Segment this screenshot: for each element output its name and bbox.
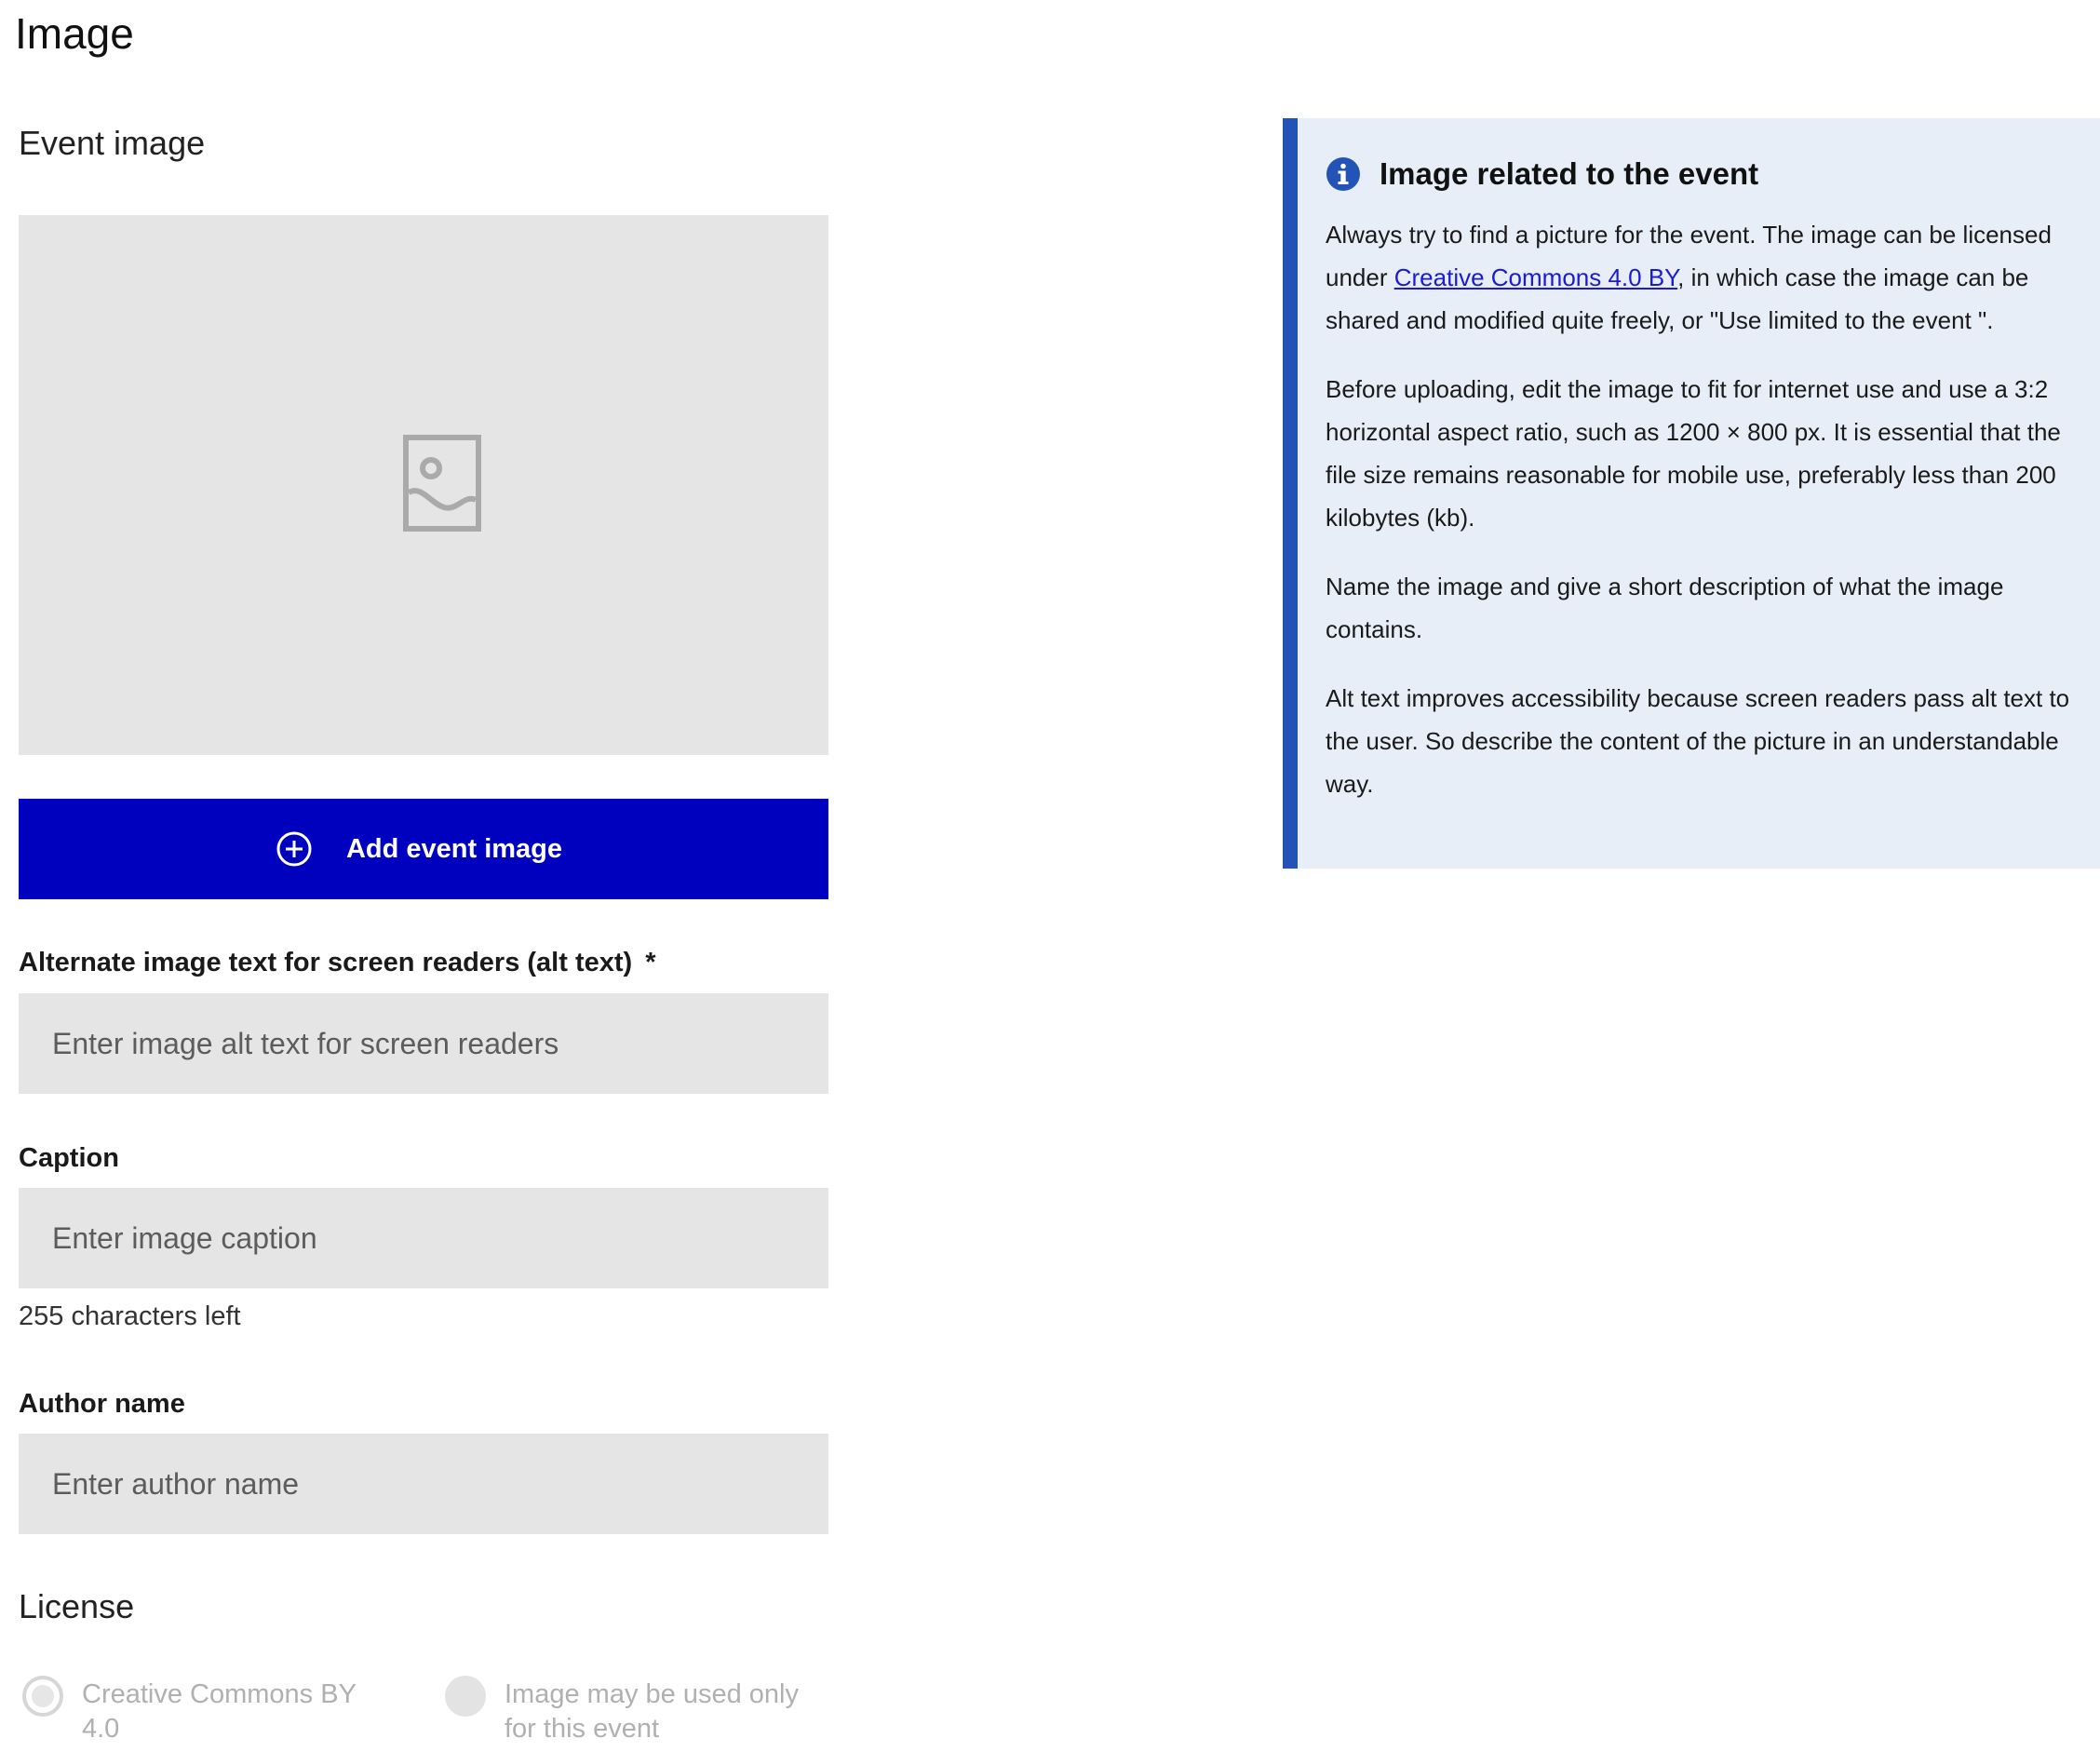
required-marker: * <box>645 948 656 977</box>
info-paragraph-license: Always try to find a picture for the eve… <box>1326 213 2072 342</box>
event-image-heading: Event image <box>19 124 206 162</box>
event-image-preview <box>19 215 828 755</box>
radio-button-selected[interactable] <box>22 1676 63 1717</box>
info-paragraph-name: Name the image and give a short descript… <box>1326 573 2004 643</box>
author-name-label: Author name <box>19 1389 185 1419</box>
creative-commons-link[interactable]: Creative Commons 4.0 BY <box>1394 263 1677 291</box>
license-option-event-only[interactable]: Image may be used only for this event <box>445 1676 812 1746</box>
info-title: Image related to the event <box>1380 156 1759 191</box>
plus-circle-icon <box>276 831 312 867</box>
info-notification: Image related to the event Always try to… <box>1283 118 2100 869</box>
caption-label: Caption <box>19 1143 119 1173</box>
radio-button[interactable] <box>445 1676 486 1717</box>
add-event-image-button[interactable]: Add event image <box>19 799 828 899</box>
license-option-label: Creative Commons BY 4.0 <box>82 1679 357 1744</box>
license-option-cc-by[interactable]: Creative Commons BY 4.0 <box>22 1676 389 1746</box>
license-option-label: Image may be used only for this event <box>505 1679 799 1744</box>
info-paragraph-size: Before uploading, edit the image to fit … <box>1326 375 2061 532</box>
image-placeholder-icon <box>403 435 481 532</box>
caption-input[interactable] <box>19 1188 828 1288</box>
info-paragraph-alt: Alt text improves accessibility because … <box>1326 684 2070 798</box>
alt-text-label-text: Alternate image text for screen readers … <box>19 948 633 977</box>
info-icon <box>1326 157 1360 191</box>
alt-text-input[interactable] <box>19 993 828 1094</box>
page-title: Image <box>15 9 134 58</box>
author-name-input[interactable] <box>19 1434 828 1534</box>
license-heading: License <box>19 1587 135 1625</box>
alt-text-label: Alternate image text for screen readers … <box>19 946 655 979</box>
add-event-image-label: Add event image <box>345 833 563 864</box>
info-header: Image related to the event <box>1326 146 2072 202</box>
caption-char-count: 255 characters left <box>19 1301 241 1331</box>
